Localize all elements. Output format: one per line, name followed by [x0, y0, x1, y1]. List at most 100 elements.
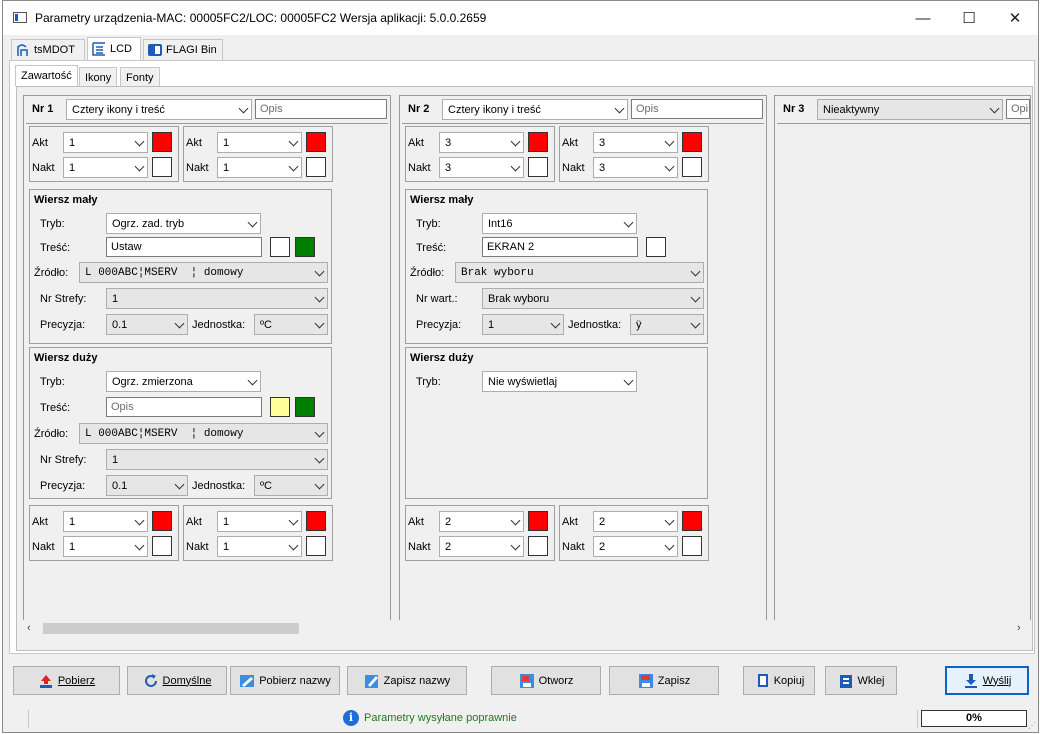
scroll-right-icon[interactable]: › [1017, 622, 1021, 634]
akt-select[interactable]: 1 [217, 132, 302, 153]
tab-label: LCD [110, 43, 133, 55]
akt-color-swatch[interactable] [528, 132, 548, 152]
progress-text: 0% [966, 712, 982, 724]
jednostka-select[interactable]: ÿ [630, 314, 704, 335]
close-button[interactable]: ✕ [992, 1, 1038, 35]
icon-group: Akt 1 Nakt 1 [183, 126, 333, 182]
tab-zawartosc[interactable]: Zawartość [15, 65, 78, 86]
nakt-select[interactable]: 2 [593, 536, 678, 557]
screen-description-input[interactable]: Opi [1006, 99, 1030, 119]
nr-strefy-select[interactable]: 1 [106, 449, 328, 470]
text-color-swatch[interactable] [270, 237, 290, 257]
pobierz-button[interactable]: Pobierz [13, 666, 120, 695]
screen-description-input[interactable]: Opis [631, 99, 763, 119]
nakt-color-swatch[interactable] [682, 536, 702, 556]
tab-tsmdot[interactable]: tsMDOT [11, 39, 85, 60]
precyzja-select[interactable]: 0.1 [106, 314, 188, 335]
zrodlo-select[interactable]: Brak wyboru [455, 262, 704, 283]
akt-select[interactable]: 1 [217, 511, 302, 532]
nakt-select[interactable]: 1 [217, 157, 302, 178]
akt-color-swatch[interactable] [528, 511, 548, 531]
status-message: i Parametry wysyłane poprawnie [343, 710, 517, 726]
icon-group: Akt 1 Nakt 1 [183, 505, 333, 561]
akt-color-swatch[interactable] [306, 132, 326, 152]
zrodlo-select[interactable]: L 000ABC¦MSERV ¦ domowy [79, 423, 328, 444]
tab-lcd[interactable]: LCD [87, 37, 141, 60]
info-icon: i [343, 710, 359, 726]
pobierz-nazwy-button[interactable]: Pobierz nazwy [230, 666, 340, 695]
horizontal-scrollbar[interactable]: ‹ › [23, 620, 1031, 637]
nakt-select[interactable]: 1 [63, 157, 148, 178]
precyzja-select[interactable]: 1 [482, 314, 564, 335]
tryb-select[interactable]: Ogrz. zmierzona [106, 371, 261, 392]
akt-select[interactable]: 1 [63, 511, 148, 532]
background-color-swatch[interactable] [295, 237, 315, 257]
nakt-select[interactable]: 3 [439, 157, 524, 178]
nakt-color-swatch[interactable] [682, 157, 702, 177]
scroll-thumb[interactable] [43, 623, 299, 634]
nakt-color-swatch[interactable] [152, 157, 172, 177]
tryb-select[interactable]: Nie wyświetlaj [482, 371, 637, 392]
akt-color-swatch[interactable] [682, 132, 702, 152]
tresc-input[interactable]: Ustaw [106, 237, 262, 257]
akt-select[interactable]: 2 [593, 511, 678, 532]
big-row-group: Wiersz duży Tryb: Ogrz. zmierzona Treść:… [29, 347, 332, 499]
tresc-input[interactable]: Opis [106, 397, 262, 417]
nr-strefy-select[interactable]: 1 [106, 288, 328, 309]
zapisz-button[interactable]: Zapisz [609, 666, 719, 695]
paste-icon [838, 673, 854, 689]
akt-color-swatch[interactable] [682, 511, 702, 531]
akt-select[interactable]: 1 [63, 132, 148, 153]
scroll-left-icon[interactable]: ‹ [27, 622, 31, 634]
app-icon [13, 12, 27, 23]
zapisz-nazwy-button[interactable]: Zapisz nazwy [347, 666, 467, 695]
wyslij-button[interactable]: Wyślij [945, 666, 1029, 695]
screen-number: Nr 1 [32, 103, 54, 115]
title-bar[interactable]: Parametry urządzenia-MAC: 00005FC2/LOC: … [3, 1, 1038, 35]
akt-color-swatch[interactable] [306, 511, 326, 531]
jednostka-select[interactable]: ºC [254, 475, 328, 496]
nakt-select[interactable]: 3 [593, 157, 678, 178]
screen-description-input[interactable]: Opis [255, 99, 387, 119]
background-color-swatch[interactable] [295, 397, 315, 417]
screen-mode-select[interactable]: Nieaktywny [817, 99, 1003, 120]
tab-fonty[interactable]: Fonty [120, 67, 160, 87]
text-color-swatch[interactable] [270, 397, 290, 417]
tresc-input[interactable]: EKRAN 2 [482, 237, 638, 257]
nakt-color-swatch[interactable] [306, 157, 326, 177]
nakt-color-swatch[interactable] [528, 157, 548, 177]
otworz-button[interactable]: Otworz [491, 666, 601, 695]
nakt-color-swatch[interactable] [152, 536, 172, 556]
tryb-select[interactable]: Int16 [482, 213, 637, 234]
nakt-select[interactable]: 1 [217, 536, 302, 557]
akt-select[interactable]: 3 [439, 132, 524, 153]
tab-flagi-bin[interactable]: FLAGI Bin [143, 39, 223, 60]
kopiuj-button[interactable]: Kopiuj [743, 666, 815, 695]
tryb-select[interactable]: Ogrz. zad. tryb [106, 213, 261, 234]
text-color-swatch[interactable] [646, 237, 666, 257]
nakt-select[interactable]: 1 [63, 536, 148, 557]
zrodlo-select[interactable]: L 000ABC¦MSERV ¦ domowy [79, 262, 328, 283]
progress-bar: 0% [921, 710, 1027, 727]
nakt-color-swatch[interactable] [306, 536, 326, 556]
resize-grip-icon[interactable]: ⋰ [1028, 721, 1036, 730]
akt-color-swatch[interactable] [152, 132, 172, 152]
download-icon [38, 673, 54, 689]
jednostka-select[interactable]: ºC [254, 314, 328, 335]
minimize-button[interactable]: — [900, 1, 946, 35]
akt-select[interactable]: 3 [593, 132, 678, 153]
image-edit-icon [239, 673, 255, 689]
precyzja-select[interactable]: 0.1 [106, 475, 188, 496]
nakt-color-swatch[interactable] [528, 536, 548, 556]
screen-mode-select[interactable]: Cztery ikony i treść [66, 99, 252, 120]
nakt-select[interactable]: 2 [439, 536, 524, 557]
nr-wart-select[interactable]: Brak wyboru [482, 288, 704, 309]
wklej-button[interactable]: Wklej [825, 666, 897, 695]
akt-color-swatch[interactable] [152, 511, 172, 531]
tab-ikony[interactable]: Ikony [79, 67, 118, 87]
maximize-button[interactable]: ☐ [946, 1, 992, 35]
screen-mode-select[interactable]: Cztery ikony i treść [442, 99, 628, 120]
akt-select[interactable]: 2 [439, 511, 524, 532]
domyslne-button[interactable]: Domyślne [127, 666, 227, 695]
send-icon [963, 673, 979, 689]
